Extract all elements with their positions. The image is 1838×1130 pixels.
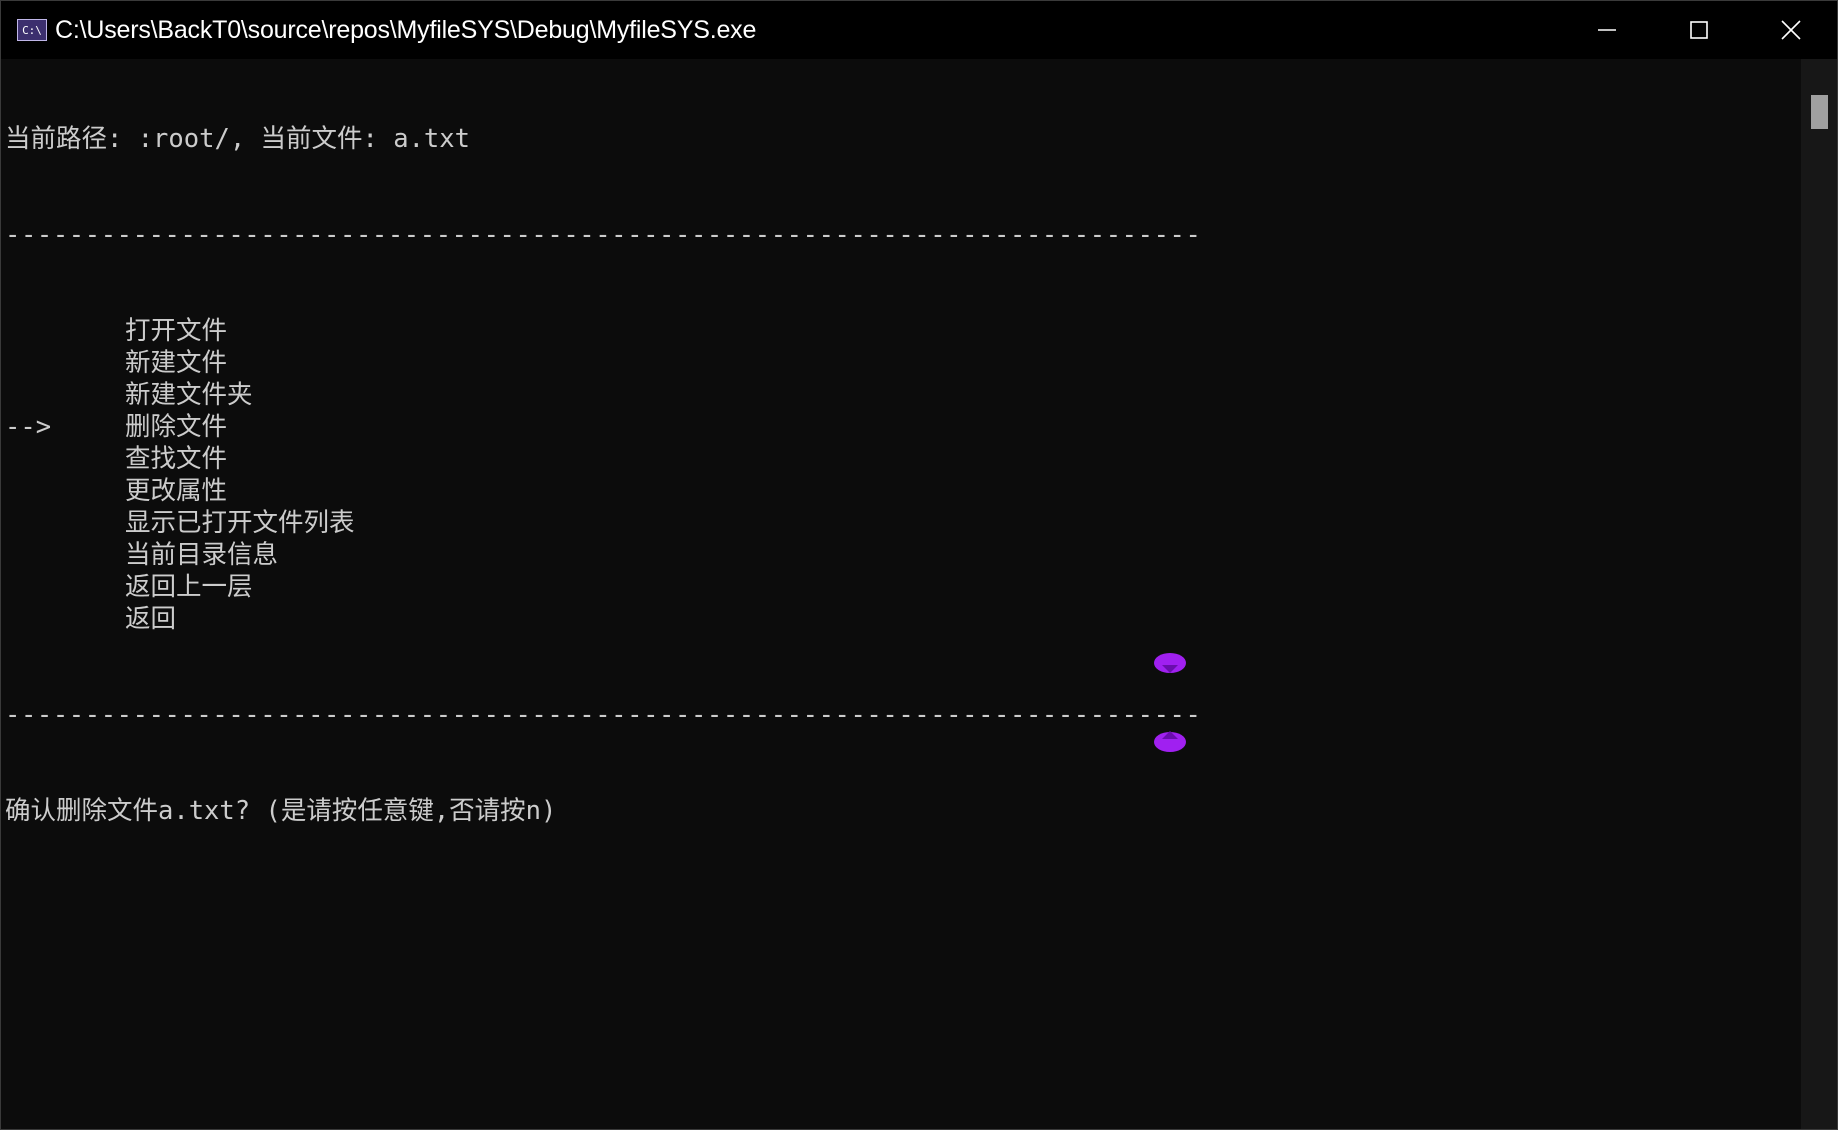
window-controls — [1561, 1, 1837, 59]
menu-item[interactable]: 返回上一层 — [5, 571, 1801, 603]
menu-item[interactable]: 打开文件 — [5, 315, 1801, 347]
menu-item[interactable]: 新建文件 — [5, 347, 1801, 379]
scrollbar-thumb[interactable] — [1811, 95, 1828, 129]
console-output[interactable]: 当前路径: :root/, 当前文件: a.txt --------------… — [5, 59, 1801, 1127]
maximize-button[interactable] — [1653, 1, 1745, 59]
menu-item-label: 返回上一层 — [125, 572, 253, 602]
menu-item[interactable]: 查找文件 — [5, 443, 1801, 475]
menu-item[interactable]: 返回 — [5, 603, 1801, 635]
menu-item-label: 返回 — [125, 604, 177, 634]
menu-item[interactable]: 当前目录信息 — [5, 539, 1801, 571]
divider-top: ----------------------------------------… — [5, 220, 1202, 250]
menu-item[interactable]: 更改属性 — [5, 475, 1801, 507]
title-bar[interactable]: C:\ C:\Users\BackT0\source\repos\MyfileS… — [1, 1, 1837, 59]
floating-widget[interactable] — [1152, 651, 1188, 757]
minimize-icon — [1598, 29, 1616, 31]
console-window: C:\ C:\Users\BackT0\source\repos\MyfileS… — [0, 0, 1838, 1130]
minimize-button[interactable] — [1561, 1, 1653, 59]
menu-item-label: 当前目录信息 — [125, 540, 279, 570]
console-app-icon: C:\ — [17, 19, 47, 41]
status-line: 当前路径: :root/, 当前文件: a.txt — [5, 124, 470, 154]
menu-item[interactable]: --> 删除文件 — [5, 411, 1801, 443]
menu-item-label: 新建文件 — [125, 348, 228, 378]
maximize-icon — [1690, 21, 1708, 39]
menu-list: 打开文件 新建文件 新建文件夹 --> 删除文件 查找文件 更改属性 显示已打开文件列表 当前目… — [5, 315, 1801, 635]
menu-item-label: 查找文件 — [125, 444, 228, 474]
menu-item-label: 新建文件夹 — [125, 380, 253, 410]
menu-item-label: 打开文件 — [125, 316, 228, 346]
divider-bottom: ----------------------------------------… — [5, 700, 1202, 730]
close-icon — [1781, 20, 1801, 40]
selection-arrow: --> — [5, 412, 52, 442]
close-button[interactable] — [1745, 1, 1837, 59]
menu-item[interactable]: 新建文件夹 — [5, 379, 1801, 411]
vertical-scrollbar[interactable] — [1801, 59, 1837, 1129]
menu-item[interactable]: 显示已打开文件列表 — [5, 507, 1801, 539]
menu-item-label: 显示已打开文件列表 — [125, 508, 355, 538]
window-title: C:\Users\BackT0\source\repos\MyfileSYS\D… — [55, 15, 757, 44]
confirm-prompt: 确认删除文件a.txt? (是请按任意键,否请按n) — [5, 796, 557, 826]
up-down-arrows-icon — [1154, 653, 1186, 752]
menu-item-label: 更改属性 — [125, 476, 228, 506]
